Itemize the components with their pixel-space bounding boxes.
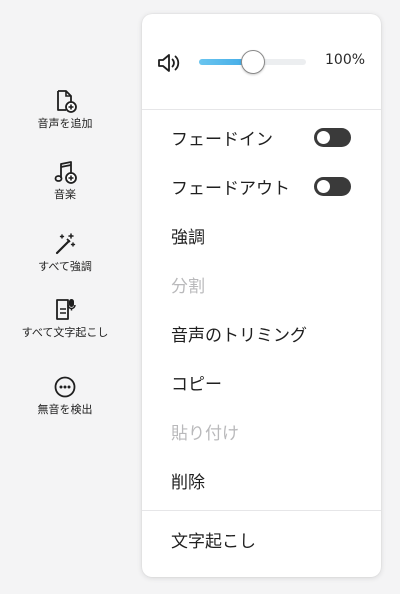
menu-item-fade-in[interactable]: フェードイン (142, 115, 381, 159)
volume-slider-thumb[interactable] (240, 50, 265, 74)
menu-item-paste: 貼り付け (142, 409, 381, 453)
delete-label: 削除 (171, 472, 205, 493)
add-audio-label: 音声を追加 (37, 117, 93, 130)
music-label: 音楽 (54, 188, 76, 201)
fade-in-label: フェードイン (171, 129, 273, 150)
copy-label: コピー (171, 374, 222, 395)
context-menu: 100% フェードイン フェードアウト 強調 分割 音声のトリミング コピー 貼… (142, 14, 381, 577)
fade-out-label: フェードアウト (171, 178, 290, 199)
file-add-icon (57, 90, 77, 113)
fade-out-toggle[interactable] (314, 177, 351, 196)
paste-label: 貼り付け (171, 423, 239, 444)
music-add-icon (54, 161, 77, 184)
detect-silence-button[interactable]: 無音を検出 (0, 374, 130, 417)
transcribe-icon (56, 299, 76, 320)
enhance-all-button[interactable]: すべて強調 (0, 231, 130, 274)
tool-sidebar: 音声を追加 音楽 すべて強調 すべて文字起こし 無音を検出 (0, 0, 130, 594)
volume-value: 100% (325, 52, 366, 68)
volume-row: 100% (142, 14, 381, 109)
detect-silence-label: 無音を検出 (37, 403, 93, 416)
menu-item-fade-out[interactable]: フェードアウト (142, 164, 381, 208)
transcribe-all-button[interactable]: すべて文字起こし (0, 297, 130, 340)
transcribe-all-label: すべて文字起こし (21, 326, 109, 339)
transcribe-label: 文字起こし (171, 531, 256, 552)
enhance-label: 強調 (171, 227, 205, 248)
menu-item-transcribe[interactable]: 文字起こし (142, 517, 381, 561)
split-label: 分割 (171, 276, 205, 297)
magic-wand-icon (55, 233, 76, 255)
menu-divider (142, 109, 381, 110)
fade-in-toggle[interactable] (314, 128, 351, 147)
trim-audio-label: 音声のトリミング (171, 325, 307, 346)
enhance-all-label: すべて強調 (38, 260, 92, 273)
menu-item-trim-audio[interactable]: 音声のトリミング (142, 311, 381, 355)
menu-item-copy[interactable]: コピー (142, 360, 381, 404)
detect-silence-icon (54, 376, 76, 398)
volume-slider[interactable] (199, 50, 306, 74)
menu-divider (142, 510, 381, 511)
menu-item-split: 分割 (142, 262, 381, 306)
music-button[interactable]: 音楽 (0, 159, 130, 202)
menu-item-delete[interactable]: 削除 (142, 458, 381, 502)
menu-item-enhance[interactable]: 強調 (142, 213, 381, 257)
add-audio-button[interactable]: 音声を追加 (0, 88, 130, 131)
speaker-icon[interactable] (156, 51, 182, 75)
